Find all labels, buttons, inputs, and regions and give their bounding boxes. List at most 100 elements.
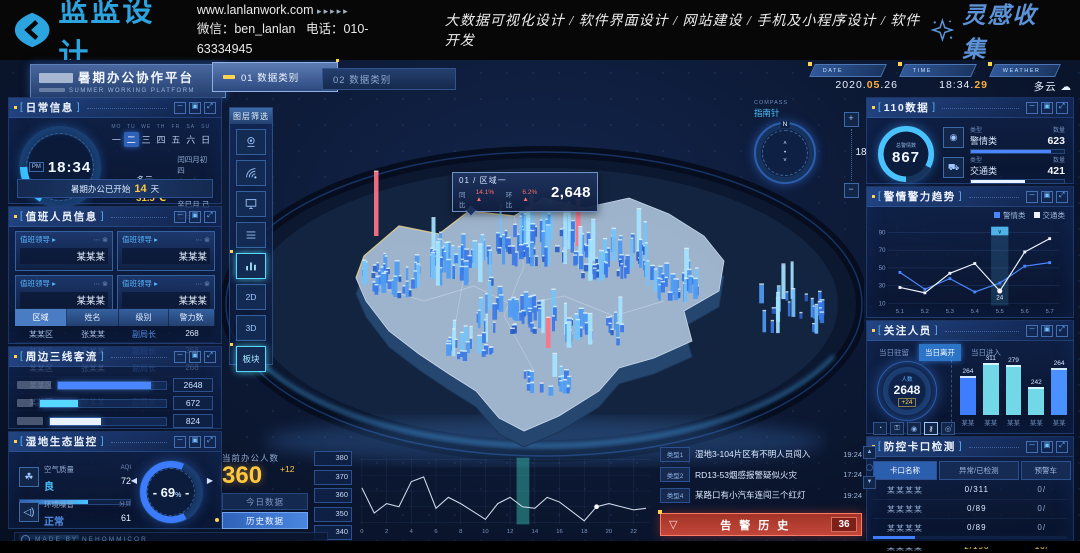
history-data-button[interactable]: 历史数据 <box>222 512 308 529</box>
zoom-out-button[interactable]: − <box>844 183 859 198</box>
alert-row[interactable]: 类型1湿地3-104片区有不明人员闯入19:24 <box>660 446 862 462</box>
focus-person-icon[interactable]: ⚿ <box>890 422 904 435</box>
svg-text:4: 4 <box>410 529 414 535</box>
checkpoint-row[interactable]: 某某某某0/890/ <box>873 500 1067 519</box>
pin-icon[interactable]: ▣ <box>189 351 201 363</box>
tab-data-category-2[interactable]: 02 数据类别 <box>322 68 456 90</box>
minimize-icon[interactable]: ─ <box>1026 325 1038 337</box>
layer-button-radar-icon[interactable] <box>236 160 266 186</box>
minimize-icon[interactable]: ─ <box>174 351 186 363</box>
focus-person-icon[interactable]: ◔ <box>873 422 887 435</box>
panel-checkpoint-detect: [ 防控卡口检测 ] ─▣⤢ 卡口名称异常/已检测预警车 某某某某0/3110/… <box>866 436 1074 544</box>
date-widget: DATE 2020.05.26 <box>812 64 898 92</box>
minimize-icon[interactable]: ─ <box>1026 441 1038 453</box>
expand-icon[interactable]: ⤢ <box>204 211 216 223</box>
pin-icon[interactable]: ▣ <box>1041 191 1053 203</box>
svg-text:20: 20 <box>606 529 613 535</box>
expand-icon[interactable]: ⤢ <box>204 436 216 448</box>
pin-icon[interactable]: ▣ <box>189 436 201 448</box>
focus-bar: 279 某某 <box>1006 355 1022 427</box>
today-data-button[interactable]: 今日数据 <box>222 493 308 510</box>
expand-icon[interactable]: ⤢ <box>1056 102 1068 114</box>
panel-title: 防控卡口检测 <box>884 439 956 454</box>
scrollbar[interactable] <box>873 536 1067 539</box>
svg-text:5.5: 5.5 <box>996 309 1004 315</box>
scroll-up-icon[interactable]: ▲ <box>863 446 876 459</box>
pin-icon[interactable]: ▣ <box>189 102 201 114</box>
expand-icon[interactable]: ⤢ <box>204 102 216 114</box>
weekday-TU: TU二 <box>124 124 139 147</box>
layer-button-monitor-icon[interactable] <box>236 191 266 217</box>
website-link[interactable]: www.lanlanwork.com <box>197 3 314 17</box>
svg-text:0: 0 <box>360 529 364 535</box>
collect-text: 灵感收集 <box>962 0 1058 64</box>
duty-leader-card[interactable]: 值班领导 ▸⋯ ⊗ 某某某 <box>117 231 215 271</box>
minimize-icon[interactable]: ─ <box>1026 102 1038 114</box>
flow-bar-row: 824 <box>17 413 213 429</box>
minimize-icon[interactable]: ─ <box>174 102 186 114</box>
focus-count-circle: 人数 2648 +24 <box>877 361 937 421</box>
alert-list: 类型1湿地3-104片区有不明人员闯入19:24 类型2RD13-53烟感报警疑… <box>660 446 862 542</box>
checkpoint-row[interactable]: 某某某某0/3110/ <box>873 481 1067 500</box>
weather-label: WEATHER <box>1003 68 1041 74</box>
focus-person-icon[interactable]: ◉ <box>907 422 921 435</box>
focus-person-icon[interactable]: ⚷ <box>924 422 938 435</box>
layer-button-chart-icon[interactable] <box>236 253 266 279</box>
panel-title: 值班人员信息 <box>26 209 98 224</box>
alert-row[interactable]: 类型2RD13-53烟感报警疑似火灾17:24 <box>660 467 862 483</box>
tab-data-category-1[interactable]: 01 数据类别 <box>212 62 338 92</box>
pin-icon[interactable]: ▣ <box>1041 325 1053 337</box>
siren-icon: ◉ <box>943 127 964 148</box>
layer-button-list-icon[interactable] <box>236 222 266 248</box>
duty-leader-card[interactable]: 值班领导 ▸⋯ ⊗ 某某某 <box>15 231 113 271</box>
app-root: 蓝蓝设计 www.lanlanwork.com ▸▸▸▸▸ 微信：ben_lan… <box>0 0 1080 553</box>
tooltip-region: 01 / 区域一 <box>459 175 545 186</box>
expand-icon[interactable]: ⤢ <box>1056 325 1068 337</box>
map-tooltip: 01 / 区域一 同比14.1% ▲ 环比6.2% ▲ 2,648 <box>452 172 598 212</box>
focus-icon-row: ◔⚿◉⚷◎ <box>873 422 955 435</box>
svg-text:70: 70 <box>879 247 886 254</box>
gauge-right-arrow[interactable]: ▶ <box>207 476 213 485</box>
scroll-down-icon[interactable]: ▼ <box>863 476 876 489</box>
svg-text:14: 14 <box>532 529 539 535</box>
clock-ampm: PM <box>29 162 44 172</box>
checkpoint-col-header[interactable]: 预警车 <box>1021 461 1071 480</box>
zoom-in-button[interactable]: + <box>844 112 859 127</box>
svg-text:5.2: 5.2 <box>921 309 929 315</box>
pin-icon[interactable]: ▣ <box>1041 441 1053 453</box>
compass-dial[interactable]: N ˄•˅ <box>754 122 816 184</box>
expand-icon[interactable]: ⤢ <box>1056 191 1068 203</box>
pin-icon[interactable]: ▣ <box>1041 102 1053 114</box>
tab-label: 01 数据类别 <box>241 70 299 84</box>
page-title: 暑期办公协作平台 <box>78 71 194 85</box>
layer-button-2D[interactable]: 2D <box>236 284 266 310</box>
pin-icon[interactable]: ▣ <box>189 211 201 223</box>
layer-button-3D[interactable]: 3D <box>236 315 266 341</box>
svg-text:12: 12 <box>507 529 514 535</box>
alert-scroller: ▲ ▼ <box>863 446 876 489</box>
expand-icon[interactable]: ⤢ <box>1056 441 1068 453</box>
svg-text:5.6: 5.6 <box>1021 309 1029 315</box>
expand-icon[interactable]: ⤢ <box>204 351 216 363</box>
focus-tab[interactable]: 当日驻留 <box>873 344 915 361</box>
gauge-left-arrow[interactable]: ◀ <box>131 476 137 485</box>
duty-table-row[interactable]: 某某区张某某副局长268 <box>15 326 215 343</box>
minimize-icon[interactable]: ─ <box>174 211 186 223</box>
alert-history-banner[interactable]: ▽ 告警历史 36 <box>660 513 862 536</box>
layer-button-camera-icon[interactable] <box>236 129 266 155</box>
leaf-icon: ☘ <box>19 467 39 487</box>
focus-bar: 311 某某 <box>983 355 999 427</box>
layer-filter-title: 图层筛选 <box>230 108 272 124</box>
minimize-icon[interactable]: ─ <box>1026 191 1038 203</box>
checkpoint-col-header[interactable]: 卡口名称 <box>873 461 937 480</box>
layer-button-板块[interactable]: 板块 <box>236 346 266 372</box>
collect-badge[interactable]: 灵感收集 <box>930 0 1058 64</box>
alert-row[interactable]: 类型4某路口有小汽车连闯三个红灯19:24 <box>660 487 862 503</box>
panel-title: 湿地生态监控 <box>26 434 98 449</box>
occupancy-line-chart: 0246810121416182022 <box>356 451 656 537</box>
compass-label-en: COMPASS <box>754 100 824 106</box>
minimize-icon[interactable]: ─ <box>174 436 186 448</box>
focus-bar: 264 某某 <box>1051 355 1067 427</box>
tab-label: 02 数据类别 <box>333 72 391 86</box>
checkpoint-col-header[interactable]: 异常/已检测 <box>939 461 1019 480</box>
